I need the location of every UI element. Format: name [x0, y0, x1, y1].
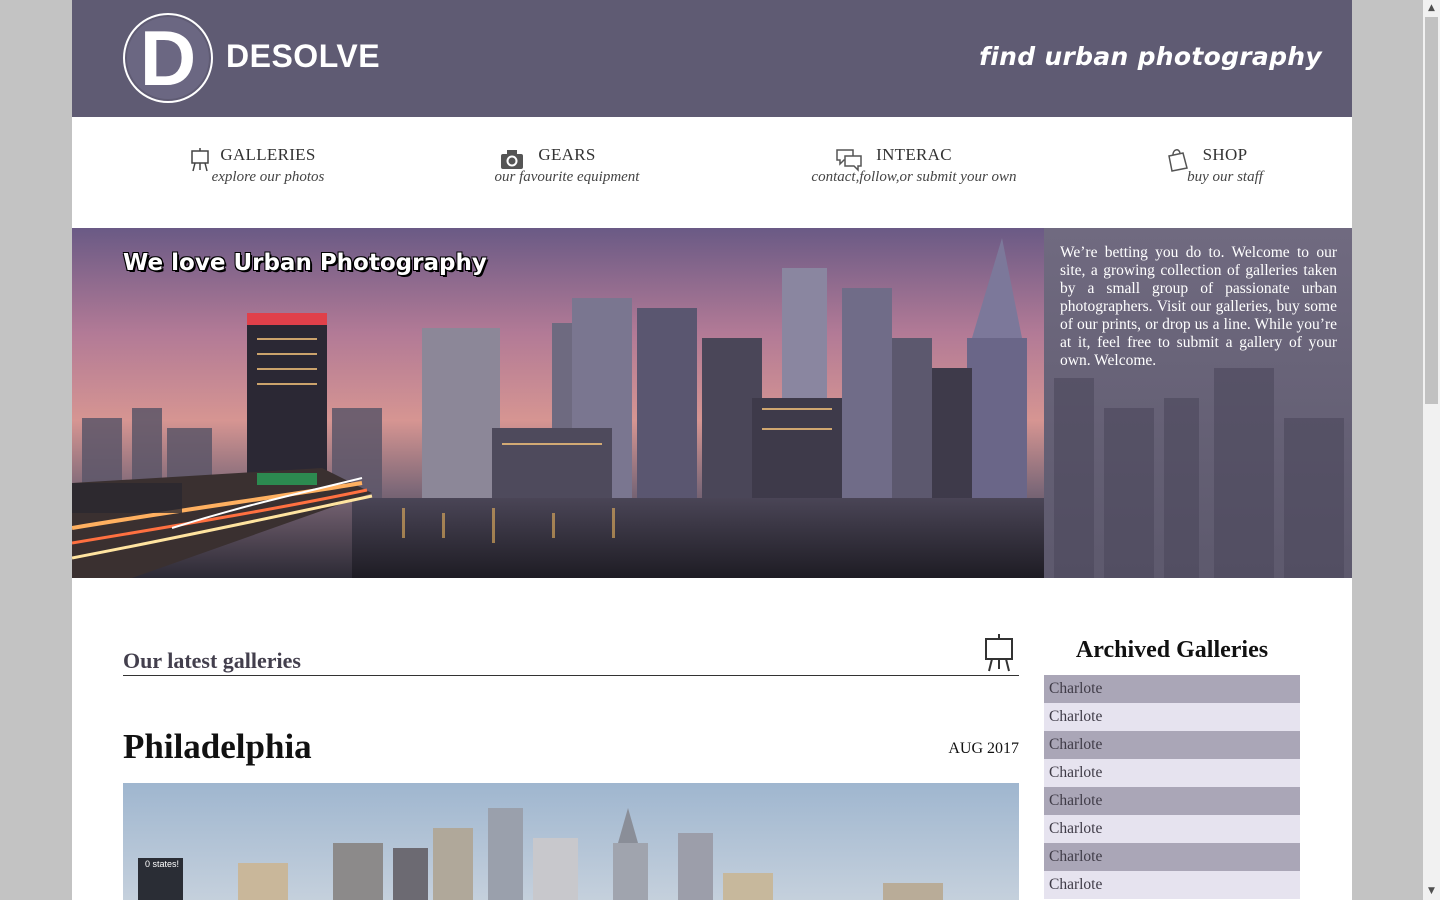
nav-subtitle: explore our photos	[211, 169, 325, 185]
archive-item[interactable]: Charlote	[1044, 759, 1300, 787]
main-nav: GALLERIES explore our photos GEARS our f…	[72, 117, 1352, 228]
nav-title: GALLERIES	[220, 145, 316, 164]
tagline: find urban photography	[979, 42, 1322, 71]
page: D DESOLVE find urban photography GALLERI…	[72, 0, 1352, 900]
vertical-scrollbar[interactable]: ▲ ▼	[1423, 0, 1440, 900]
archive-list: Charlote Charlote Charlote Charlote Char…	[1044, 675, 1300, 899]
brand-name[interactable]: DESOLVE	[226, 38, 380, 75]
shopping-bag-icon	[1167, 148, 1189, 177]
hero-intro-panel: We’re betting you do to. Welcome to our …	[1044, 228, 1352, 578]
archive-item[interactable]: Charlote	[1044, 675, 1300, 703]
archive-item[interactable]: Charlote	[1044, 843, 1300, 871]
logo[interactable]: D	[123, 13, 213, 103]
svg-text:0 states!: 0 states!	[145, 859, 179, 869]
section-divider	[123, 675, 1019, 676]
camera-icon	[500, 148, 524, 175]
nav-item-gears[interactable]: GEARS our favourite equipment	[482, 145, 652, 186]
site-header: D DESOLVE find urban photography	[72, 0, 1352, 117]
nav-item-shop[interactable]: SHOP buy our staff	[1168, 145, 1270, 186]
hero-intro-text: We’re betting you do to. Welcome to our …	[1060, 244, 1337, 369]
nav-item-galleries[interactable]: GALLERIES explore our photos	[191, 145, 328, 186]
logo-letter: D	[139, 14, 197, 102]
scroll-down-arrow-icon[interactable]: ▼	[1423, 883, 1440, 900]
scroll-up-arrow-icon[interactable]: ▲	[1423, 0, 1440, 17]
gallery-date: AUG 2017	[948, 740, 1019, 757]
archive-item[interactable]: Charlote	[1044, 787, 1300, 815]
sidebar-title: Archived Galleries	[1075, 637, 1269, 663]
chat-bubbles-icon	[836, 148, 862, 177]
nav-item-interac[interactable]: INTERAC contact,follow,or submit your ow…	[804, 145, 1024, 186]
gallery-title[interactable]: Philadelphia	[123, 727, 312, 767]
easel-icon	[984, 634, 1014, 677]
archive-item[interactable]: Charlote	[1044, 703, 1300, 731]
archive-item[interactable]: Charlote	[1044, 731, 1300, 759]
section-title: Our latest galleries	[123, 648, 301, 673]
archive-item[interactable]: Charlote	[1044, 871, 1300, 899]
easel-icon	[190, 148, 210, 177]
nav-title: SHOP	[1202, 145, 1248, 164]
hero-title: We love Urban Photography	[123, 250, 487, 276]
archive-item[interactable]: Charlote	[1044, 815, 1300, 843]
gallery-image[interactable]: 0 states!	[123, 783, 1019, 900]
scroll-thumb[interactable]	[1425, 17, 1438, 404]
nav-subtitle: buy our staff	[1187, 169, 1263, 185]
hero-image: We love Urban Photography	[72, 228, 1044, 578]
